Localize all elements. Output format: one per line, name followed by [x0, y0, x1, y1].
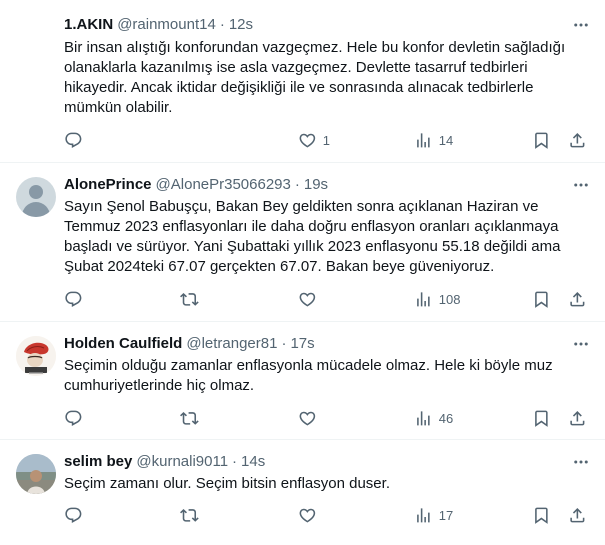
- separator-dot: ·: [281, 335, 287, 352]
- views-icon: [417, 291, 430, 307]
- tweet[interactable]: AlonePrince @AlonePr35066293 · 19s Sayın…: [0, 163, 605, 322]
- avatar[interactable]: [16, 177, 56, 217]
- holden-avatar-image: [16, 336, 56, 376]
- more-icon[interactable]: [571, 453, 591, 471]
- tweet[interactable]: 1.AKIN @rainmount14 · 12s Bir insan alış…: [0, 0, 605, 163]
- bookmark-button[interactable]: [532, 131, 551, 150]
- share-icon: [570, 410, 585, 426]
- more-icon[interactable]: [571, 335, 591, 353]
- like-button[interactable]: [298, 506, 317, 525]
- timestamp[interactable]: 14s: [241, 452, 265, 472]
- tweet-text: Bir insan alıştığı konforundan vazgeçmez…: [64, 39, 566, 116]
- author-handle[interactable]: @rainmount14: [117, 15, 216, 35]
- like-button[interactable]: 1: [298, 131, 330, 150]
- views-icon: [417, 132, 430, 148]
- tweet-actions: 108: [56, 283, 597, 315]
- tweet-header: AlonePrince @AlonePr35066293 · 19s: [64, 175, 589, 195]
- share-icon: [570, 132, 585, 148]
- tweet[interactable]: Holden Caulfield @letranger81 · 17s Seçi…: [0, 322, 605, 440]
- views-button[interactable]: 14: [414, 131, 453, 150]
- author-handle[interactable]: @AlonePr35066293: [156, 175, 291, 195]
- like-button[interactable]: [298, 290, 317, 309]
- avatar[interactable]: [16, 336, 56, 376]
- tweet-text: Seçimin olduğu zamanlar enflasyonla müca…: [64, 357, 553, 394]
- tweet[interactable]: selim bey @kurnali9011 · 14s Seçim zaman…: [0, 440, 605, 545]
- like-icon: [299, 411, 316, 426]
- retweet-button[interactable]: [180, 290, 199, 309]
- like-button[interactable]: [298, 409, 317, 428]
- share-button[interactable]: [568, 131, 587, 150]
- retweet-button[interactable]: [180, 506, 199, 525]
- timeline-feed: 1.AKIN @rainmount14 · 12s Bir insan alış…: [0, 0, 605, 545]
- share-button[interactable]: [568, 506, 587, 525]
- tweet-text: Seçim zamanı olur. Seçim bitsin enflasyo…: [64, 475, 390, 492]
- bookmark-icon: [535, 507, 548, 524]
- like-icon: [299, 508, 316, 523]
- author-name[interactable]: 1.AKIN: [64, 15, 113, 35]
- reply-button[interactable]: [64, 290, 83, 309]
- separator-dot: ·: [294, 176, 300, 193]
- default-avatar-body: [22, 202, 50, 217]
- bookmark-icon: [535, 410, 548, 427]
- separator-dot: ·: [219, 16, 225, 33]
- author-name[interactable]: AlonePrince: [64, 175, 152, 195]
- author-name[interactable]: selim bey: [64, 452, 132, 472]
- reply-button[interactable]: [64, 409, 83, 428]
- author-handle[interactable]: @letranger81: [186, 334, 277, 354]
- tweet-actions: 1 14: [56, 124, 597, 156]
- author-handle[interactable]: @kurnali9011: [136, 452, 228, 472]
- views-button[interactable]: 46: [414, 409, 453, 428]
- reply-button[interactable]: [64, 131, 89, 150]
- reply-icon: [65, 507, 82, 523]
- views-button[interactable]: 108: [414, 290, 460, 309]
- avatar[interactable]: [16, 454, 56, 494]
- bookmark-button[interactable]: [532, 290, 551, 309]
- separator-dot: ·: [232, 453, 238, 470]
- reply-icon: [65, 132, 82, 148]
- reply-button[interactable]: [64, 506, 83, 525]
- retweet-button[interactable]: [180, 409, 199, 428]
- view-count: 17: [438, 507, 454, 523]
- tweet-header: Holden Caulfield @letranger81 · 17s: [64, 334, 589, 354]
- bookmark-button[interactable]: [532, 409, 551, 428]
- bookmark-icon: [535, 291, 548, 308]
- timestamp[interactable]: 12s: [229, 15, 253, 35]
- timestamp[interactable]: 19s: [304, 175, 328, 195]
- like-count: 1: [322, 132, 330, 148]
- share-button[interactable]: [568, 290, 587, 309]
- retweet-icon: [180, 411, 199, 425]
- tweet-text: Sayın Şenol Babuşçu, Bakan Bey geldikten…: [64, 198, 561, 275]
- reply-icon: [65, 291, 82, 307]
- reply-icon: [65, 410, 82, 426]
- more-icon[interactable]: [571, 16, 591, 34]
- views-icon: [417, 410, 430, 426]
- view-count: 108: [438, 291, 461, 307]
- retweet-icon: [180, 508, 199, 522]
- tweet-actions: 46: [56, 402, 597, 434]
- tweet-header: selim bey @kurnali9011 · 14s: [64, 452, 589, 472]
- like-icon: [299, 292, 316, 307]
- share-icon: [570, 291, 585, 307]
- bookmark-icon: [535, 132, 548, 149]
- retweet-icon: [180, 292, 199, 306]
- default-avatar-head: [29, 185, 43, 199]
- tweet-actions: 17: [56, 499, 597, 531]
- author-name[interactable]: Holden Caulfield: [64, 334, 182, 354]
- selim-avatar-image: [16, 454, 56, 494]
- views-icon: [417, 507, 430, 523]
- tweet-header: 1.AKIN @rainmount14 · 12s: [64, 15, 589, 35]
- bookmark-button[interactable]: [532, 506, 551, 525]
- like-icon: [299, 133, 316, 148]
- views-button[interactable]: 17: [414, 506, 453, 525]
- view-count: 46: [438, 410, 454, 426]
- timestamp[interactable]: 17s: [290, 334, 314, 354]
- more-icon[interactable]: [571, 176, 591, 194]
- share-button[interactable]: [568, 409, 587, 428]
- share-icon: [570, 507, 585, 523]
- view-count: 14: [438, 132, 454, 148]
